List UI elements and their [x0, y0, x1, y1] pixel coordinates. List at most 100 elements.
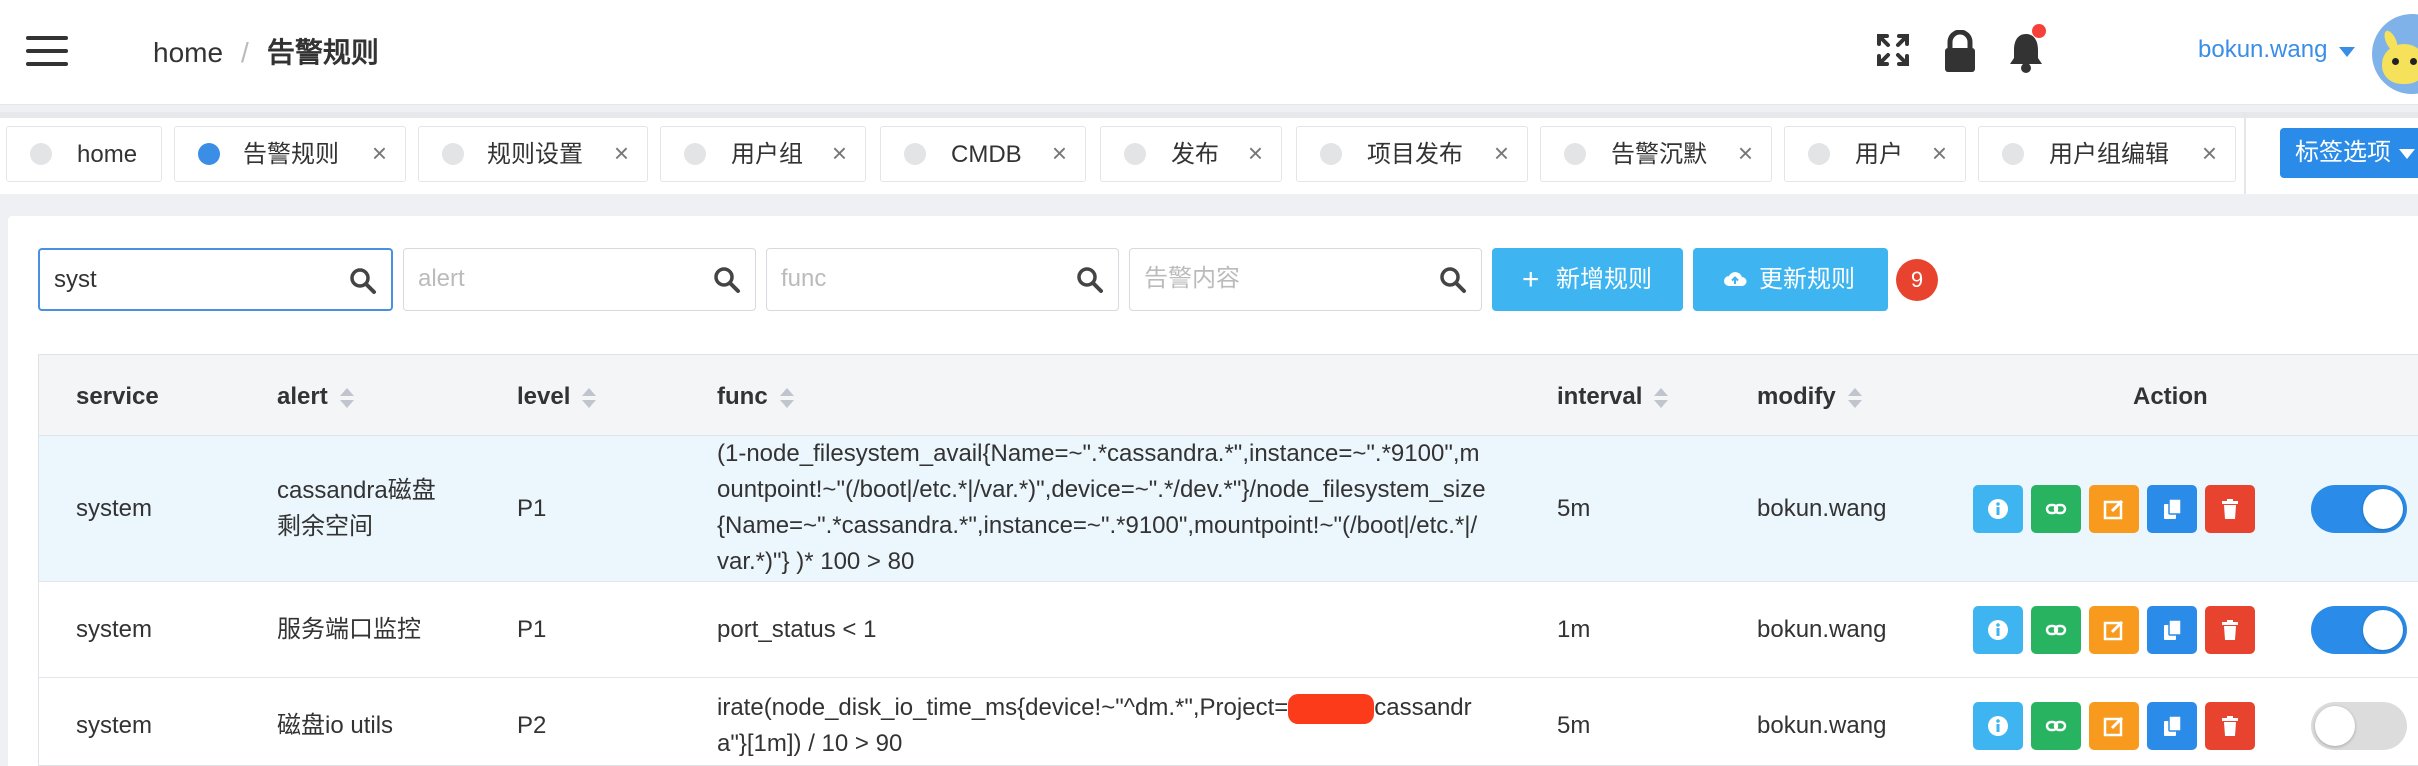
link-button[interactable] — [2031, 606, 2081, 654]
avatar[interactable] — [2372, 14, 2418, 94]
info-button[interactable] — [1973, 702, 2023, 750]
tab-user[interactable]: 用户 × — [1784, 126, 1966, 182]
breadcrumb-separator: / — [241, 37, 249, 68]
user-menu[interactable]: bokun.wang — [2198, 36, 2327, 64]
top-navbar: home / 告警规则 bokun.wang — [0, 0, 2418, 105]
lock-icon[interactable] — [1940, 29, 1984, 74]
close-icon[interactable]: × — [372, 139, 387, 167]
link-button[interactable] — [2031, 702, 2081, 750]
add-rule-label: 新增规则 — [1556, 266, 1652, 293]
add-rule-button[interactable]: + 新增规则 — [1492, 248, 1683, 311]
search-icon[interactable] — [349, 267, 377, 295]
sort-icon[interactable] — [779, 387, 794, 409]
delete-button[interactable] — [2205, 702, 2255, 750]
copy-button[interactable] — [2147, 485, 2197, 533]
column-header-modify[interactable]: modify — [1757, 383, 1862, 411]
tab-options-dropdown[interactable]: 标签选项 — [2280, 128, 2418, 178]
trash-icon — [2222, 499, 2238, 519]
menu-toggle-icon[interactable] — [26, 34, 68, 68]
tab-status-dot — [30, 143, 52, 165]
tab-release[interactable]: 发布 × — [1100, 126, 1282, 182]
tab-rule-settings[interactable]: 规则设置 × — [418, 126, 648, 182]
update-rules-button[interactable]: 更新规则 — [1693, 248, 1888, 311]
modify-cell: bokun.wang — [1757, 495, 1887, 522]
close-icon[interactable]: × — [2202, 139, 2217, 167]
close-icon[interactable]: × — [1738, 139, 1753, 167]
tab-label: 用户 — [1855, 141, 1903, 168]
close-icon[interactable]: × — [1052, 139, 1067, 167]
edit-icon — [2103, 620, 2124, 641]
close-icon[interactable]: × — [1932, 139, 1947, 167]
service-filter[interactable] — [38, 248, 393, 311]
search-icon[interactable] — [1439, 266, 1467, 294]
table-row[interactable]: system cassandra磁盘剩余空间 P1 (1-node_filesy… — [39, 436, 2418, 582]
column-header-func[interactable]: func — [717, 383, 794, 411]
tab-alert-silence[interactable]: 告警沉默 × — [1540, 126, 1772, 182]
edit-button[interactable] — [2089, 485, 2139, 533]
breadcrumb-home-link[interactable]: home — [153, 37, 223, 68]
edit-button[interactable] — [2089, 606, 2139, 654]
content-filter[interactable] — [1129, 248, 1482, 311]
alert-cell: cassandra磁盘剩余空间 — [277, 477, 436, 540]
tab-home[interactable]: home — [6, 126, 162, 182]
edit-icon — [2103, 499, 2124, 520]
trash-icon — [2222, 620, 2238, 640]
column-header-alert[interactable]: alert — [277, 383, 354, 411]
link-icon — [2045, 503, 2067, 515]
info-icon — [1988, 620, 2008, 640]
level-cell: P1 — [517, 495, 547, 522]
sort-icon[interactable] — [582, 387, 597, 409]
close-icon[interactable]: × — [1248, 139, 1263, 167]
service-filter-input[interactable] — [54, 260, 334, 300]
delete-button[interactable] — [2205, 606, 2255, 654]
tab-label: home — [77, 141, 138, 168]
column-header-interval[interactable]: interval — [1557, 383, 1669, 411]
sort-icon[interactable] — [1847, 387, 1862, 409]
close-icon[interactable]: × — [614, 139, 629, 167]
content-filter-input[interactable] — [1144, 259, 1424, 299]
tab-project-release[interactable]: 项目发布 × — [1296, 126, 1528, 182]
delete-button[interactable] — [2205, 485, 2255, 533]
tab-cmdb[interactable]: CMDB × — [880, 126, 1086, 182]
column-header-level[interactable]: level — [517, 383, 597, 411]
info-button[interactable] — [1973, 485, 2023, 533]
toggle-knob — [2315, 706, 2355, 746]
edit-button[interactable] — [2089, 702, 2139, 750]
func-filter[interactable] — [766, 248, 1119, 311]
rules-table: service alert level func interval modify… — [38, 354, 2418, 766]
tab-alert-rules[interactable]: 告警规则 × — [174, 126, 406, 182]
tab-status-dot — [1564, 143, 1586, 165]
info-button[interactable] — [1973, 606, 2023, 654]
interval-cell: 5m — [1557, 495, 1591, 522]
search-icon[interactable] — [1076, 266, 1104, 294]
modify-cell: bokun.wang — [1757, 616, 1887, 643]
tab-label: 项目发布 — [1367, 141, 1463, 168]
fullscreen-icon[interactable] — [1873, 30, 1917, 74]
copy-button[interactable] — [2147, 606, 2197, 654]
link-button[interactable] — [2031, 485, 2081, 533]
func-filter-input[interactable] — [781, 259, 1061, 299]
table-row[interactable]: system 磁盘io utils P2 irate(node_disk_io_… — [39, 678, 2418, 766]
info-icon — [1988, 499, 2008, 519]
tab-label: 告警规则 — [243, 141, 339, 168]
enable-toggle[interactable] — [2311, 702, 2407, 750]
user-menu-caret-icon[interactable] — [2339, 47, 2355, 57]
column-header-service: service — [76, 383, 159, 410]
notification-bell-icon[interactable] — [2006, 24, 2050, 74]
enable-toggle[interactable] — [2311, 606, 2407, 654]
alert-filter[interactable] — [403, 248, 756, 311]
table-row[interactable]: system 服务端口监控 P1 port_status < 1 1m boku… — [39, 582, 2418, 678]
enable-toggle[interactable] — [2311, 485, 2407, 533]
sort-icon[interactable] — [1654, 387, 1669, 409]
sort-icon[interactable] — [339, 387, 354, 409]
tab-options-label: 标签选项 — [2295, 139, 2391, 166]
tab-user-group[interactable]: 用户组 × — [660, 126, 866, 182]
close-icon[interactable]: × — [1494, 139, 1509, 167]
alert-filter-input[interactable] — [418, 259, 698, 299]
level-cell: P2 — [517, 712, 547, 739]
search-icon[interactable] — [713, 266, 741, 294]
alert-cell: 服务端口监控 — [277, 616, 421, 643]
tab-user-group-edit[interactable]: 用户组编辑 × — [1978, 126, 2236, 182]
close-icon[interactable]: × — [832, 139, 847, 167]
copy-button[interactable] — [2147, 702, 2197, 750]
